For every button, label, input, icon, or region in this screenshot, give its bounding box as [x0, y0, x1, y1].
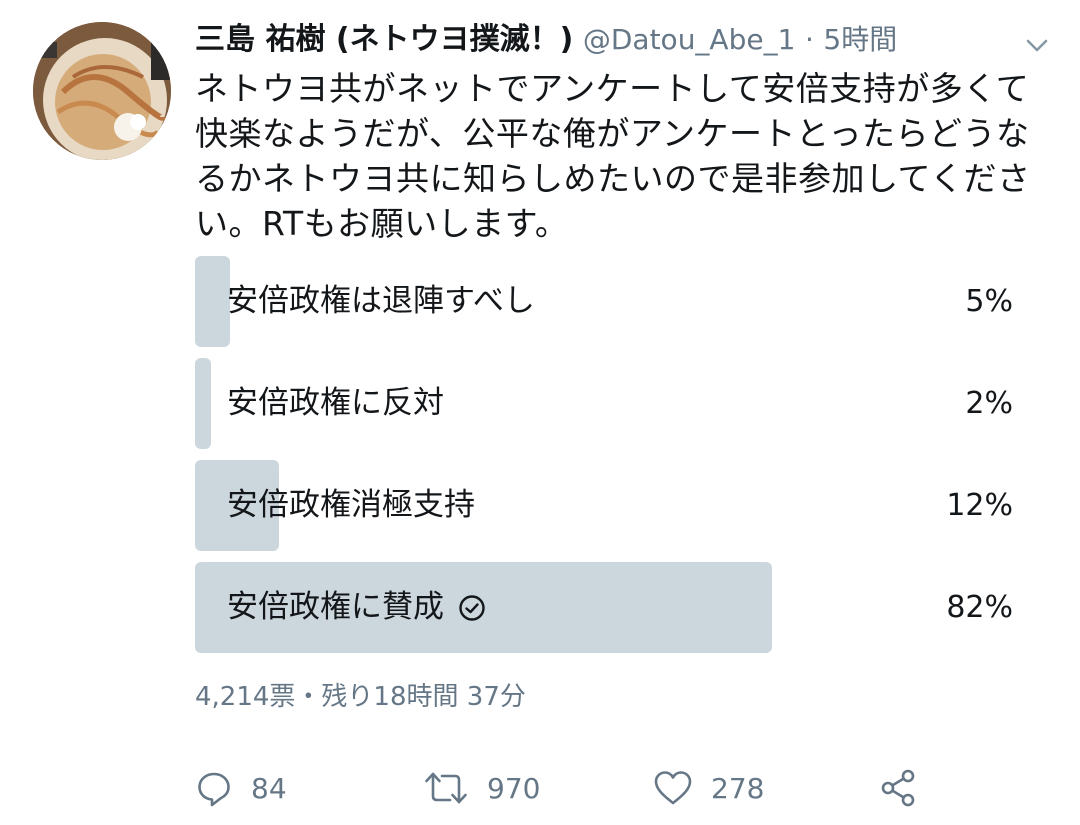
avatar-image [33, 22, 171, 160]
chevron-down-icon[interactable] [1022, 30, 1052, 60]
author-handle[interactable]: @Datou_Abe_1 [583, 23, 796, 56]
reply-icon [198, 772, 230, 807]
reply-button[interactable]: 84 [195, 760, 287, 816]
poll-option-label: 安倍政権消極支持 [227, 487, 475, 523]
poll-option-label: 安倍政権に賛成 [227, 589, 444, 625]
author-name[interactable]: 三島 祐樹 (ネトウヨ撲滅！) [195, 22, 573, 57]
tweet-header: 三島 祐樹 (ネトウヨ撲滅！) @Datou_Abe_1 · 5時間 [195, 20, 1015, 64]
poll-meta: 4,214票・残り18時間 37分 [195, 682, 526, 712]
check-circle-icon [459, 594, 485, 621]
separator-dot: · [804, 23, 814, 56]
share-button[interactable] [879, 760, 919, 816]
retweet-button[interactable]: 970 [423, 760, 540, 816]
heart-icon [654, 771, 692, 805]
poll-bar [195, 256, 231, 347]
poll-option-label: 安倍政権に反対 [227, 385, 444, 421]
like-count: 278 [711, 771, 765, 805]
poll-option-selected[interactable]: 安倍政権に賛成 82% [195, 562, 1013, 653]
poll-option-label: 安倍政権は退陣すべし [227, 283, 535, 319]
poll-option-label-container: 安倍政権に賛成 [227, 562, 486, 653]
action-bar: 84 970 278 [195, 760, 955, 816]
retweet-count: 970 [487, 771, 541, 805]
poll-option-percent: 12% [946, 488, 1013, 523]
poll-option-percent: 5% [965, 284, 1013, 319]
poll-option-label-container: 安倍政権に反対 [227, 358, 444, 449]
reply-count: 84 [251, 771, 287, 805]
poll-option-label-container: 安倍政権消極支持 [227, 460, 475, 551]
share-icon [881, 769, 915, 807]
retweet-icon [425, 772, 467, 804]
tweet-time[interactable]: 5時間 [823, 23, 897, 56]
tweet-text: ネトウヨ共がネットでアンケートして安倍支持が多くて快楽なようだが、公平な俺がアン… [195, 69, 1031, 243]
poll-option-percent: 82% [946, 590, 1013, 625]
poll-option[interactable]: 安倍政権に反対 2% [195, 358, 1013, 449]
poll-option-percent: 2% [965, 386, 1013, 421]
poll-option-label-container: 安倍政権は退陣すべし [227, 256, 535, 347]
poll-option[interactable]: 安倍政権は退陣すべし 5% [195, 256, 1013, 347]
avatar[interactable] [33, 22, 171, 160]
like-button[interactable]: 278 [653, 760, 764, 816]
poll: 安倍政権は退陣すべし 5% 安倍政権に反対 2% 安倍政権消極支持 12% 安倍… [195, 256, 1013, 664]
poll-bar [195, 358, 212, 449]
poll-option[interactable]: 安倍政権消極支持 12% [195, 460, 1013, 551]
